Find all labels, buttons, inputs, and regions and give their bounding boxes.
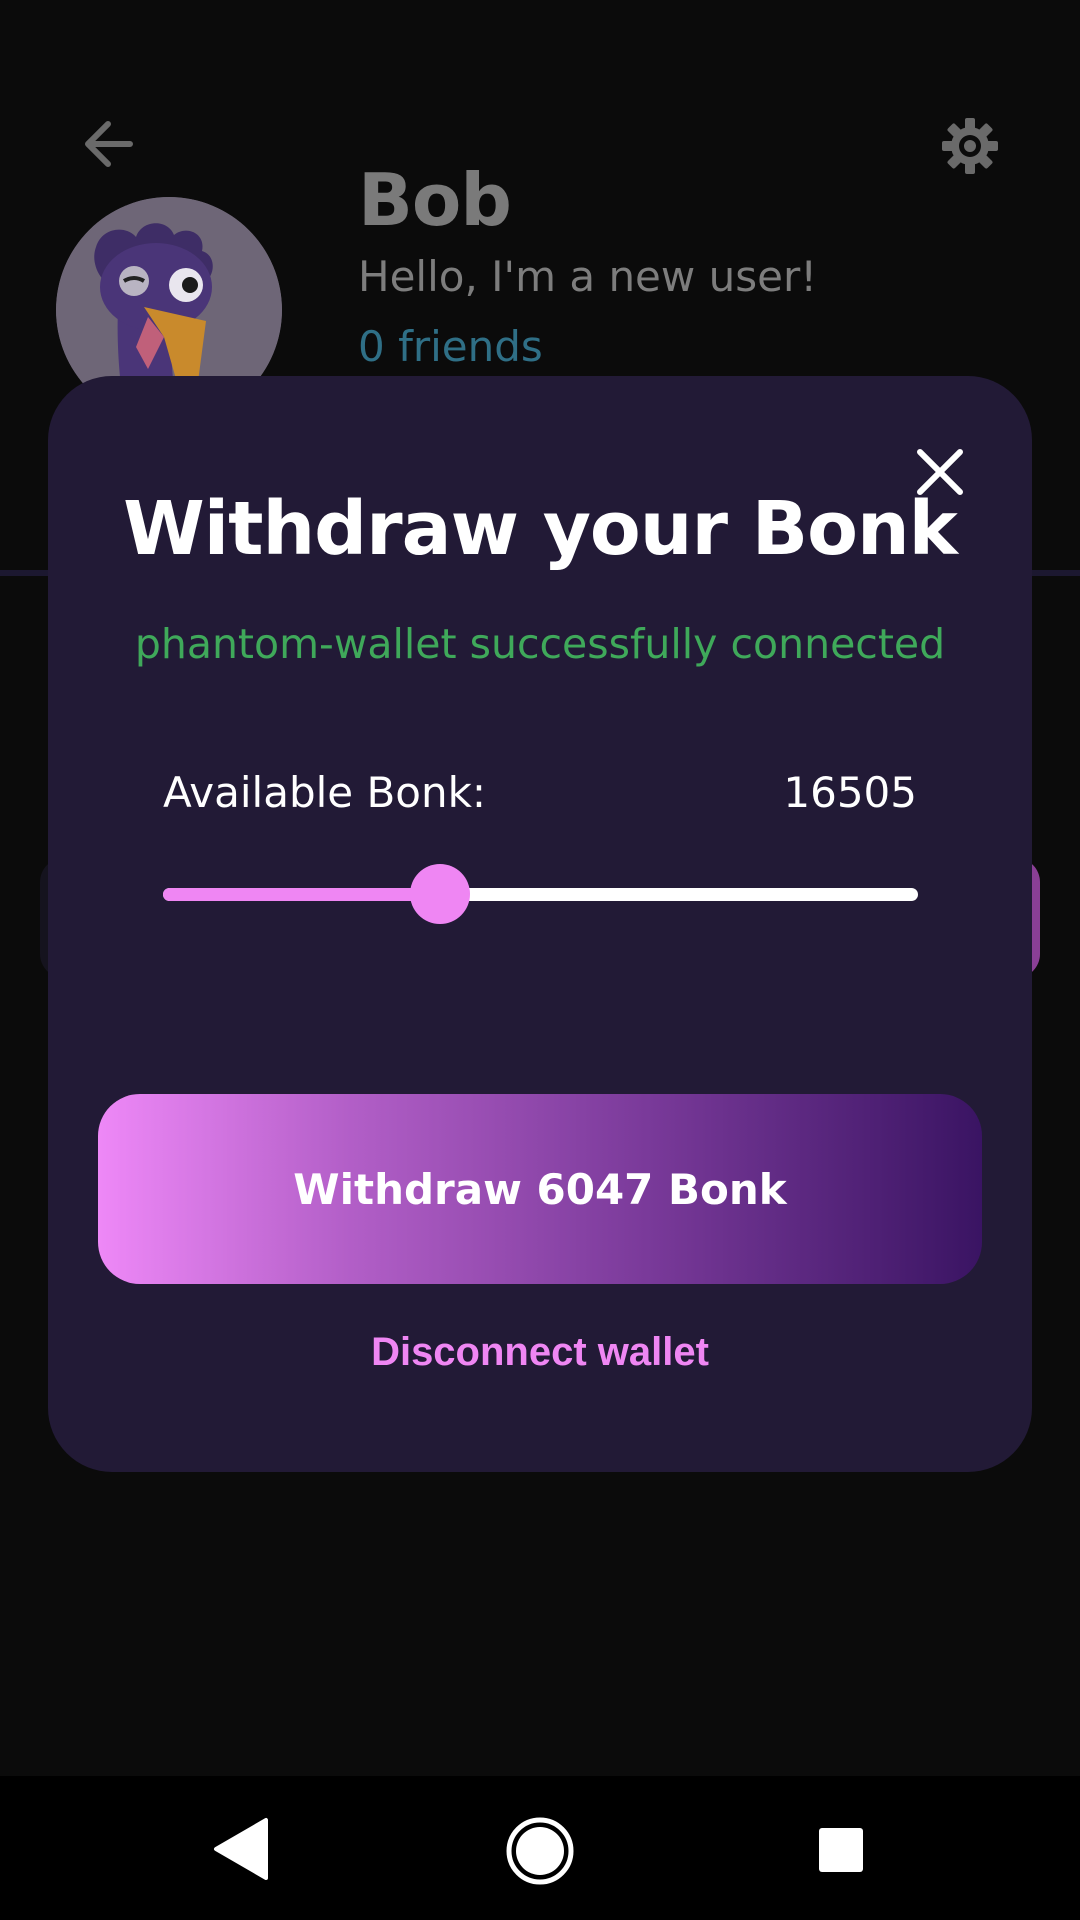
profile-bio: Hello, I'm a new user! xyxy=(358,252,818,301)
gear-icon xyxy=(942,118,998,174)
profile-name: Bob xyxy=(358,158,512,242)
navigation-bar xyxy=(0,1776,1080,1920)
available-label: Available Bonk: xyxy=(163,768,487,817)
wallet-status: phantom-wallet successfully connected xyxy=(134,620,946,668)
modal-title: Withdraw your Bonk xyxy=(123,486,958,572)
slider-thumb[interactable] xyxy=(409,864,470,924)
nav-recents-button[interactable] xyxy=(818,1827,864,1873)
disconnect-wallet-link[interactable]: Disconnect wallet xyxy=(48,1330,1032,1375)
back-button[interactable] xyxy=(78,112,142,176)
slider-fill xyxy=(163,888,440,901)
square-recents-icon xyxy=(819,1828,863,1872)
available-value: 16505 xyxy=(783,768,917,817)
screen: Bob Hello, I'm a new user! 0 friends Wit… xyxy=(0,0,1080,1920)
withdraw-button-label: Withdraw 6047 Bonk xyxy=(293,1164,787,1214)
nav-back-button[interactable] xyxy=(210,1816,274,1882)
amount-slider[interactable] xyxy=(163,864,918,924)
triangle-back-icon xyxy=(214,1818,268,1880)
withdraw-modal: Withdraw your Bonk phantom-wallet succes… xyxy=(48,376,1032,1472)
nav-home-button[interactable] xyxy=(505,1816,575,1886)
arrow-left-icon xyxy=(85,121,133,167)
withdraw-button[interactable]: Withdraw 6047 Bonk xyxy=(98,1094,982,1284)
settings-button[interactable] xyxy=(938,114,1002,178)
circle-home-icon xyxy=(506,1817,574,1885)
friends-count[interactable]: 0 friends xyxy=(358,322,543,371)
